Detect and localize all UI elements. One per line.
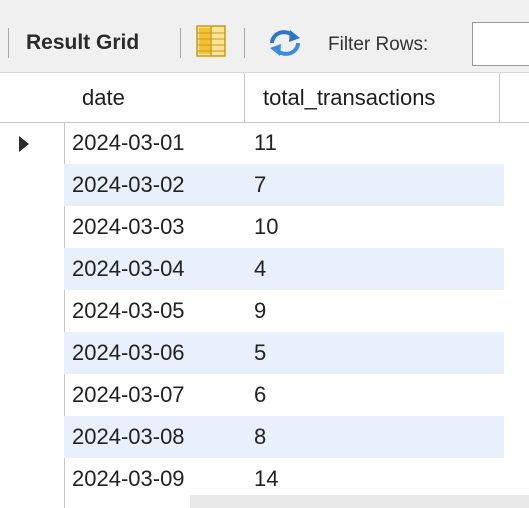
form-grid-icon[interactable] <box>196 25 226 57</box>
toolbar-divider <box>180 28 181 58</box>
table-row[interactable]: 2024-03-03 10 <box>64 206 504 248</box>
filter-rows-label: Filter Rows: <box>328 34 429 55</box>
filter-rows-input[interactable] <box>472 22 529 66</box>
current-row-indicator-icon <box>19 136 29 152</box>
result-table: date total_transactions 2024-03-01 11 20… <box>0 73 529 508</box>
column-header-date[interactable]: date <box>64 73 245 122</box>
table-row[interactable]: 2024-03-09 14 <box>64 458 504 500</box>
cell-date[interactable]: 2024-03-06 <box>72 332 185 374</box>
table-row[interactable]: 2024-03-01 11 <box>64 122 504 164</box>
cell-date[interactable]: 2024-03-01 <box>72 122 185 164</box>
cell-total-transactions[interactable]: 7 <box>254 164 266 206</box>
cell-date[interactable]: 2024-03-08 <box>72 416 185 458</box>
cell-total-transactions[interactable]: 8 <box>254 416 266 458</box>
cell-date[interactable]: 2024-03-05 <box>72 290 185 332</box>
cell-total-transactions[interactable]: 11 <box>254 122 277 164</box>
table-row[interactable]: 2024-03-08 8 <box>64 416 504 458</box>
table-row[interactable]: 2024-03-02 7 <box>64 164 504 206</box>
cell-total-transactions[interactable]: 5 <box>254 332 266 374</box>
cell-total-transactions[interactable]: 4 <box>254 248 266 290</box>
column-header-total-transactions[interactable]: total_transactions <box>245 73 500 122</box>
cell-total-transactions[interactable]: 14 <box>254 458 278 500</box>
table-row[interactable]: 2024-03-06 5 <box>64 332 504 374</box>
cell-date[interactable]: 2024-03-07 <box>72 374 185 416</box>
cell-total-transactions[interactable]: 6 <box>254 374 266 416</box>
toolbar-divider <box>244 28 245 58</box>
refresh-icon[interactable] <box>266 28 304 58</box>
result-grid-panel: Result Grid Filter Rows: date total_tran… <box>0 0 529 508</box>
cell-date[interactable]: 2024-03-02 <box>72 164 185 206</box>
result-toolbar: Result Grid Filter Rows: <box>0 0 529 73</box>
table-row[interactable]: 2024-03-05 9 <box>64 290 504 332</box>
cell-date[interactable]: 2024-03-09 <box>72 458 185 500</box>
row-indicator-column <box>0 73 65 508</box>
table-header: date total_transactions <box>0 73 529 123</box>
cell-total-transactions[interactable]: 10 <box>254 206 278 248</box>
toolbar-divider <box>8 28 9 58</box>
cell-date[interactable]: 2024-03-03 <box>72 206 185 248</box>
table-row[interactable]: 2024-03-07 6 <box>64 374 504 416</box>
cell-date[interactable]: 2024-03-04 <box>72 248 185 290</box>
result-grid-title: Result Grid <box>26 31 140 54</box>
horizontal-scrollbar[interactable] <box>190 495 529 508</box>
cell-total-transactions[interactable]: 9 <box>254 290 266 332</box>
table-row[interactable]: 2024-03-04 4 <box>64 248 504 290</box>
